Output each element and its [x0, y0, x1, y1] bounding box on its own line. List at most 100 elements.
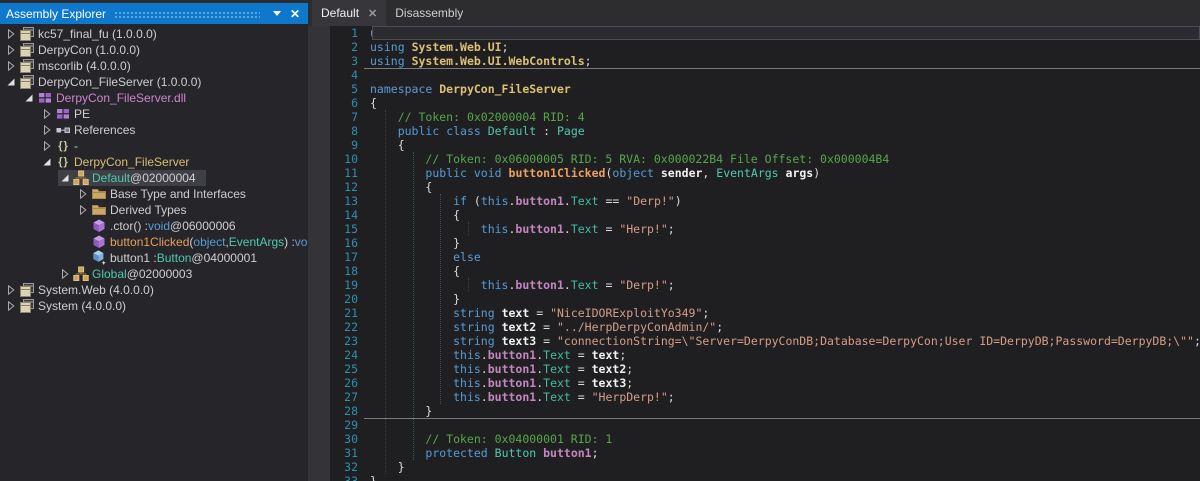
code-line: 24 this.button1.Text = text; [330, 348, 1200, 362]
code-line: 31 protected Button button1; [330, 446, 1200, 460]
code-line-text: { [370, 96, 377, 110]
code-line: 15 this.button1.Text = "Herp!"; [330, 222, 1200, 236]
tree-item[interactable]: DerpyCon (1.0.0.0) [0, 42, 308, 58]
code-line-text: } [370, 236, 460, 250]
expander-icon[interactable] [4, 59, 18, 73]
indent-guide [440, 194, 441, 404]
code-line: 22 string text2 = "../HerpDerpyConAdmin/… [330, 320, 1200, 334]
code-line-text: this.button1.Text = text2; [370, 362, 633, 376]
panel-close-button[interactable]: ✕ [286, 5, 304, 22]
code-line: 29 [330, 418, 1200, 432]
tree-item[interactable]: button1Clicked(object, EventArgs) : void [0, 234, 308, 250]
code-line: 14 { [330, 208, 1200, 222]
tree-item[interactable]: { }- [0, 138, 308, 154]
assembly-icon [18, 58, 35, 74]
expander-icon[interactable] [4, 75, 18, 89]
line-number: 13 [330, 194, 370, 208]
tree-item-label: kc57_final_fu (1.0.0.0) [38, 27, 157, 41]
expander-icon[interactable] [58, 171, 72, 185]
assembly-tree[interactable]: kc57_final_fu (1.0.0.0)DerpyCon (1.0.0.0… [0, 24, 308, 479]
tree-item-label: PE [74, 107, 90, 121]
line-number: 11 [330, 166, 370, 180]
expander-icon[interactable] [40, 123, 54, 137]
tree-item-label: Base Type and Interfaces [110, 187, 246, 201]
expander-icon[interactable] [4, 43, 18, 57]
tree-item-label: @06000006 [170, 219, 236, 233]
line-number: 6 [330, 96, 370, 110]
tab-close-icon[interactable]: ✕ [368, 7, 377, 20]
tab-disassembly[interactable]: Disassembly [386, 0, 472, 26]
line-number: 12 [330, 180, 370, 194]
tree-item[interactable]: DerpyCon_FileServer (1.0.0.0) [0, 74, 308, 90]
member-separator-line [364, 418, 1200, 419]
code-line: 13 if (this.button1.Text == "Derp!") [330, 194, 1200, 208]
code-line-text: if (this.button1.Text == "Derp!") [370, 194, 682, 208]
code-view[interactable]: 1using System;2using System.Web.UI;3usin… [330, 26, 1200, 481]
expander-icon[interactable] [76, 187, 90, 201]
assembly-explorer-titlebar[interactable]: Assembly Explorer ✕ [0, 3, 308, 24]
tree-item[interactable]: PE [0, 106, 308, 122]
tree-item[interactable]: References [0, 122, 308, 138]
tree-item-label: EventArgs [229, 235, 284, 249]
panel-menu-button[interactable] [268, 5, 286, 22]
tree-item[interactable]: System (4.0.0.0) [0, 298, 308, 314]
expander-spacer [76, 251, 90, 265]
code-line: 20 } [330, 292, 1200, 306]
tree-item-label: References [74, 123, 135, 137]
code-line: 33} [330, 474, 1200, 481]
tree-item-label: ) : [284, 235, 295, 249]
namespace-icon: { } [54, 154, 71, 170]
module-icon [54, 106, 71, 122]
code-line: 9 { [330, 138, 1200, 152]
tree-item[interactable]: Global @02000003 [0, 266, 308, 282]
code-line-text: // Token: 0x06000005 RID: 5 RVA: 0x00002… [370, 152, 889, 166]
code-line: 28 } [330, 404, 1200, 418]
line-number: 26 [330, 376, 370, 390]
tab-default[interactable]: Default✕ [312, 0, 386, 26]
tree-item[interactable]: mscorlib (4.0.0.0) [0, 58, 308, 74]
expander-icon[interactable] [22, 91, 36, 105]
assembly-icon [18, 26, 35, 42]
tree-item[interactable]: Base Type and Interfaces [0, 186, 308, 202]
glyph-margin[interactable] [308, 26, 330, 481]
code-line-text: { [370, 138, 405, 152]
code-line: 10 // Token: 0x06000005 RID: 5 RVA: 0x00… [330, 152, 1200, 166]
expander-icon[interactable] [40, 155, 54, 169]
field-icon [90, 250, 107, 266]
expander-icon[interactable] [76, 203, 90, 217]
tree-item[interactable]: Derived Types [0, 202, 308, 218]
expander-icon[interactable] [4, 283, 18, 297]
tree-item-label: - [74, 139, 78, 153]
line-number: 18 [330, 264, 370, 278]
tree-item-label: .ctor() : [110, 219, 148, 233]
tree-item[interactable]: { }DerpyCon_FileServer [0, 154, 308, 170]
tree-item[interactable]: Default @02000004 [0, 170, 308, 186]
line-number: 32 [330, 460, 370, 474]
expander-icon[interactable] [4, 299, 18, 313]
code-line-text: else [370, 250, 481, 264]
expander-icon[interactable] [4, 27, 18, 41]
code-line: 4 [330, 68, 1200, 82]
assembly-icon [18, 298, 35, 314]
line-number: 30 [330, 432, 370, 446]
tree-item[interactable]: kc57_final_fu (1.0.0.0) [0, 26, 308, 42]
code-line-text: this.button1.Text = text; [370, 348, 626, 362]
line-number: 17 [330, 250, 370, 264]
expander-icon[interactable] [40, 107, 54, 121]
code-line: 23 string text3 = "connectionString=\"Se… [330, 334, 1200, 348]
tree-item[interactable]: System.Web (4.0.0.0) [0, 282, 308, 298]
tree-item-label: button1 : [110, 251, 157, 265]
line-number: 15 [330, 222, 370, 236]
line-number: 7 [330, 110, 370, 124]
code-line: 30 // Token: 0x04000001 RID: 1 [330, 432, 1200, 446]
code-line: 12 { [330, 180, 1200, 194]
expander-icon[interactable] [40, 139, 54, 153]
expander-icon[interactable] [58, 267, 72, 281]
assembly-icon [18, 42, 35, 58]
code-line: 17 else [330, 250, 1200, 264]
tree-item[interactable]: .ctor() : void @06000006 [0, 218, 308, 234]
code-line-text: } [370, 474, 377, 481]
tree-item[interactable]: DerpyCon_FileServer.dll [0, 90, 308, 106]
tree-item[interactable]: button1 : Button @04000001 [0, 250, 308, 266]
code-editor[interactable]: 1using System;2using System.Web.UI;3usin… [308, 26, 1200, 481]
